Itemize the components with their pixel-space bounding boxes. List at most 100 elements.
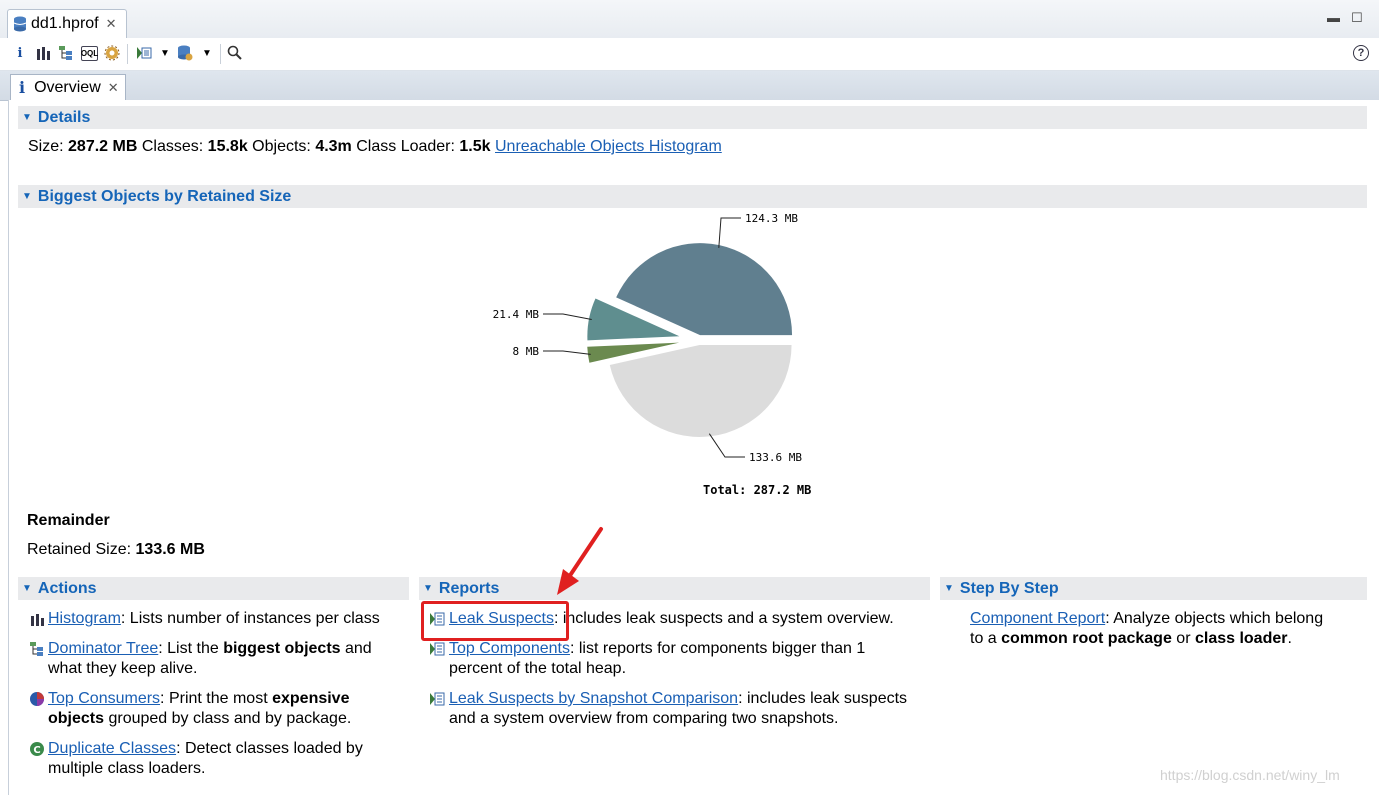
reports-section-header[interactable]: ▼ Reports bbox=[419, 577, 930, 600]
class-loader-label: Class Loader: bbox=[356, 138, 455, 155]
top-components-link[interactable]: Top Components bbox=[449, 640, 570, 657]
consumers-bold: expensive bbox=[272, 690, 350, 707]
dominator-bold: biggest objects bbox=[223, 640, 341, 657]
components-desc: : list reports for components bigger tha… bbox=[569, 640, 866, 657]
run-report-icon bbox=[430, 692, 445, 706]
heap-dump-settings-icon[interactable] bbox=[104, 45, 120, 61]
action-top-consumers: Top Consumers: Print the most expensive o… bbox=[48, 689, 351, 729]
chevron-down-icon[interactable]: ▼ bbox=[199, 45, 215, 61]
size-label: Size: bbox=[28, 138, 64, 155]
class-loader-value: 1.5k bbox=[459, 138, 491, 155]
view-tabbar: i Overview ✕ bbox=[0, 71, 1379, 101]
retained-size-value: 133.6 MB bbox=[135, 541, 205, 558]
query-browser-icon[interactable] bbox=[177, 45, 193, 61]
highlight-box bbox=[421, 601, 569, 641]
pie-leader-line bbox=[708, 433, 745, 458]
overview-icon: i bbox=[19, 78, 26, 97]
collapse-triangle-icon: ▼ bbox=[22, 112, 32, 123]
components-desc: percent of the total heap. bbox=[449, 660, 627, 677]
tab-overview[interactable]: i Overview ✕ bbox=[10, 74, 126, 100]
dominator-tree-icon bbox=[30, 642, 43, 656]
component-report-link[interactable]: Component Report bbox=[970, 610, 1105, 627]
chevron-down-icon[interactable]: ▼ bbox=[157, 45, 173, 61]
component-desc: or bbox=[1171, 630, 1195, 647]
pie-total-label: Total: 287.2 MB bbox=[703, 483, 812, 497]
toolbar: i OQL ▼ ▼ ? bbox=[0, 38, 1379, 71]
pie-slice-label: 8 MB bbox=[513, 345, 540, 358]
dominator-desc: what they keep alive. bbox=[48, 660, 198, 677]
component-desc: to a bbox=[970, 630, 1002, 647]
component-desc: : Analyze objects which belong bbox=[1105, 610, 1324, 627]
pie-leader-line bbox=[718, 217, 741, 248]
histogram-link[interactable]: Histogram bbox=[48, 610, 121, 627]
top-consumers-link[interactable]: Top Consumers bbox=[48, 690, 160, 707]
overview-icon[interactable]: i bbox=[12, 45, 28, 61]
toolbar-separator bbox=[220, 44, 221, 64]
step-by-step-section-header[interactable]: ▼ Step By Step bbox=[940, 577, 1367, 600]
overview-content: ▼ Details Size: 287.2 MB Classes: 15.8k … bbox=[8, 100, 1379, 795]
editor-tab-dd1[interactable]: dd1.hprof ✕ bbox=[7, 9, 127, 38]
svg-text:C: C bbox=[33, 745, 40, 756]
run-report-icon bbox=[430, 642, 445, 656]
histogram-icon[interactable] bbox=[35, 45, 51, 61]
red-arrow-icon bbox=[557, 527, 603, 595]
component-desc: . bbox=[1287, 630, 1292, 647]
actions-section-header[interactable]: ▼ Actions bbox=[18, 577, 409, 600]
dominator-desc: and bbox=[340, 640, 372, 657]
close-icon[interactable]: ✕ bbox=[108, 80, 119, 96]
retained-size-label: Retained Size: bbox=[27, 541, 132, 558]
reports-title: Reports bbox=[438, 579, 500, 597]
action-histogram: Histogram: Lists number of instances per… bbox=[48, 609, 380, 629]
snapshot-desc: and a system overview from comparing two… bbox=[449, 710, 839, 727]
toolbar-separator bbox=[127, 44, 128, 64]
biggest-objects-title: Biggest Objects by Retained Size bbox=[37, 187, 292, 205]
dominator-tree-icon[interactable] bbox=[58, 45, 74, 61]
duplicate-desc: : Detect classes loaded by bbox=[176, 740, 363, 757]
component-bold: class loader bbox=[1194, 630, 1288, 647]
details-summary: Size: 287.2 MB Classes: 15.8k Objects: 4… bbox=[28, 137, 722, 157]
pie-leader-line bbox=[543, 350, 591, 355]
remainder-title: Remainder bbox=[27, 512, 110, 529]
dominator-tree-link[interactable]: Dominator Tree bbox=[48, 640, 158, 657]
component-bold: common root package bbox=[1001, 630, 1172, 647]
help-icon[interactable]: ? bbox=[1353, 45, 1369, 61]
maximize-icon[interactable]: ☐ bbox=[1351, 10, 1363, 26]
collapse-triangle-icon: ▼ bbox=[22, 583, 32, 594]
pie-slice-label: 133.6 MB bbox=[749, 451, 802, 464]
classes-label: Classes: bbox=[141, 138, 204, 155]
details-section-header[interactable]: ▼ Details bbox=[18, 106, 1367, 129]
pie-slice bbox=[609, 344, 792, 437]
collapse-triangle-icon: ▼ bbox=[944, 583, 954, 594]
histogram-desc: : Lists number of instances per class bbox=[120, 610, 380, 627]
editor-tabbar: dd1.hprof ✕ ▬ ☐ bbox=[0, 0, 1379, 39]
heap-dump-icon bbox=[13, 16, 27, 32]
tab-overview-label: Overview bbox=[34, 78, 101, 96]
oql-icon[interactable]: OQL bbox=[81, 46, 98, 61]
top-consumers-icon bbox=[30, 692, 44, 706]
retained-size: Retained Size: 133.6 MB bbox=[27, 540, 205, 560]
snapshot-comparison-link[interactable]: Leak Suspects by Snapshot Comparison bbox=[449, 690, 738, 707]
leak-desc: : includes leak suspects and a system ov… bbox=[553, 610, 894, 627]
duplicate-desc: multiple class loaders. bbox=[48, 760, 206, 777]
run-report-icon[interactable] bbox=[136, 45, 152, 61]
unreachable-objects-histogram-link[interactable]: Unreachable Objects Histogram bbox=[495, 138, 722, 155]
consumers-desc: : Print the most bbox=[160, 690, 273, 707]
objects-value: 4.3m bbox=[315, 138, 352, 155]
step-component-report: Component Report: Analyze objects which … bbox=[970, 609, 1323, 649]
action-duplicate-classes: Duplicate Classes: Detect classes loaded… bbox=[48, 739, 363, 779]
editor-tab-label: dd1.hprof bbox=[31, 15, 99, 32]
pie-leader-line bbox=[543, 313, 592, 320]
duplicate-classes-link[interactable]: Duplicate Classes bbox=[48, 740, 176, 757]
search-icon[interactable] bbox=[227, 45, 243, 61]
action-dominator-tree: Dominator Tree: List the biggest objects… bbox=[48, 639, 372, 679]
biggest-objects-pie-chart: 124.3 MB 21.4 MB 8 MB 133.6 MB bbox=[493, 212, 803, 464]
objects-label: Objects: bbox=[252, 138, 311, 155]
size-value: 287.2 MB bbox=[68, 138, 138, 155]
collapse-triangle-icon: ▼ bbox=[22, 191, 32, 202]
actions-title: Actions bbox=[37, 579, 97, 597]
pie-slice-label: 124.3 MB bbox=[745, 212, 798, 225]
close-icon[interactable]: ✕ bbox=[106, 16, 117, 32]
biggest-objects-section-header[interactable]: ▼ Biggest Objects by Retained Size bbox=[18, 185, 1367, 208]
minimize-icon[interactable]: ▬ bbox=[1327, 10, 1340, 25]
consumers-desc: grouped by class and by package. bbox=[104, 710, 352, 727]
